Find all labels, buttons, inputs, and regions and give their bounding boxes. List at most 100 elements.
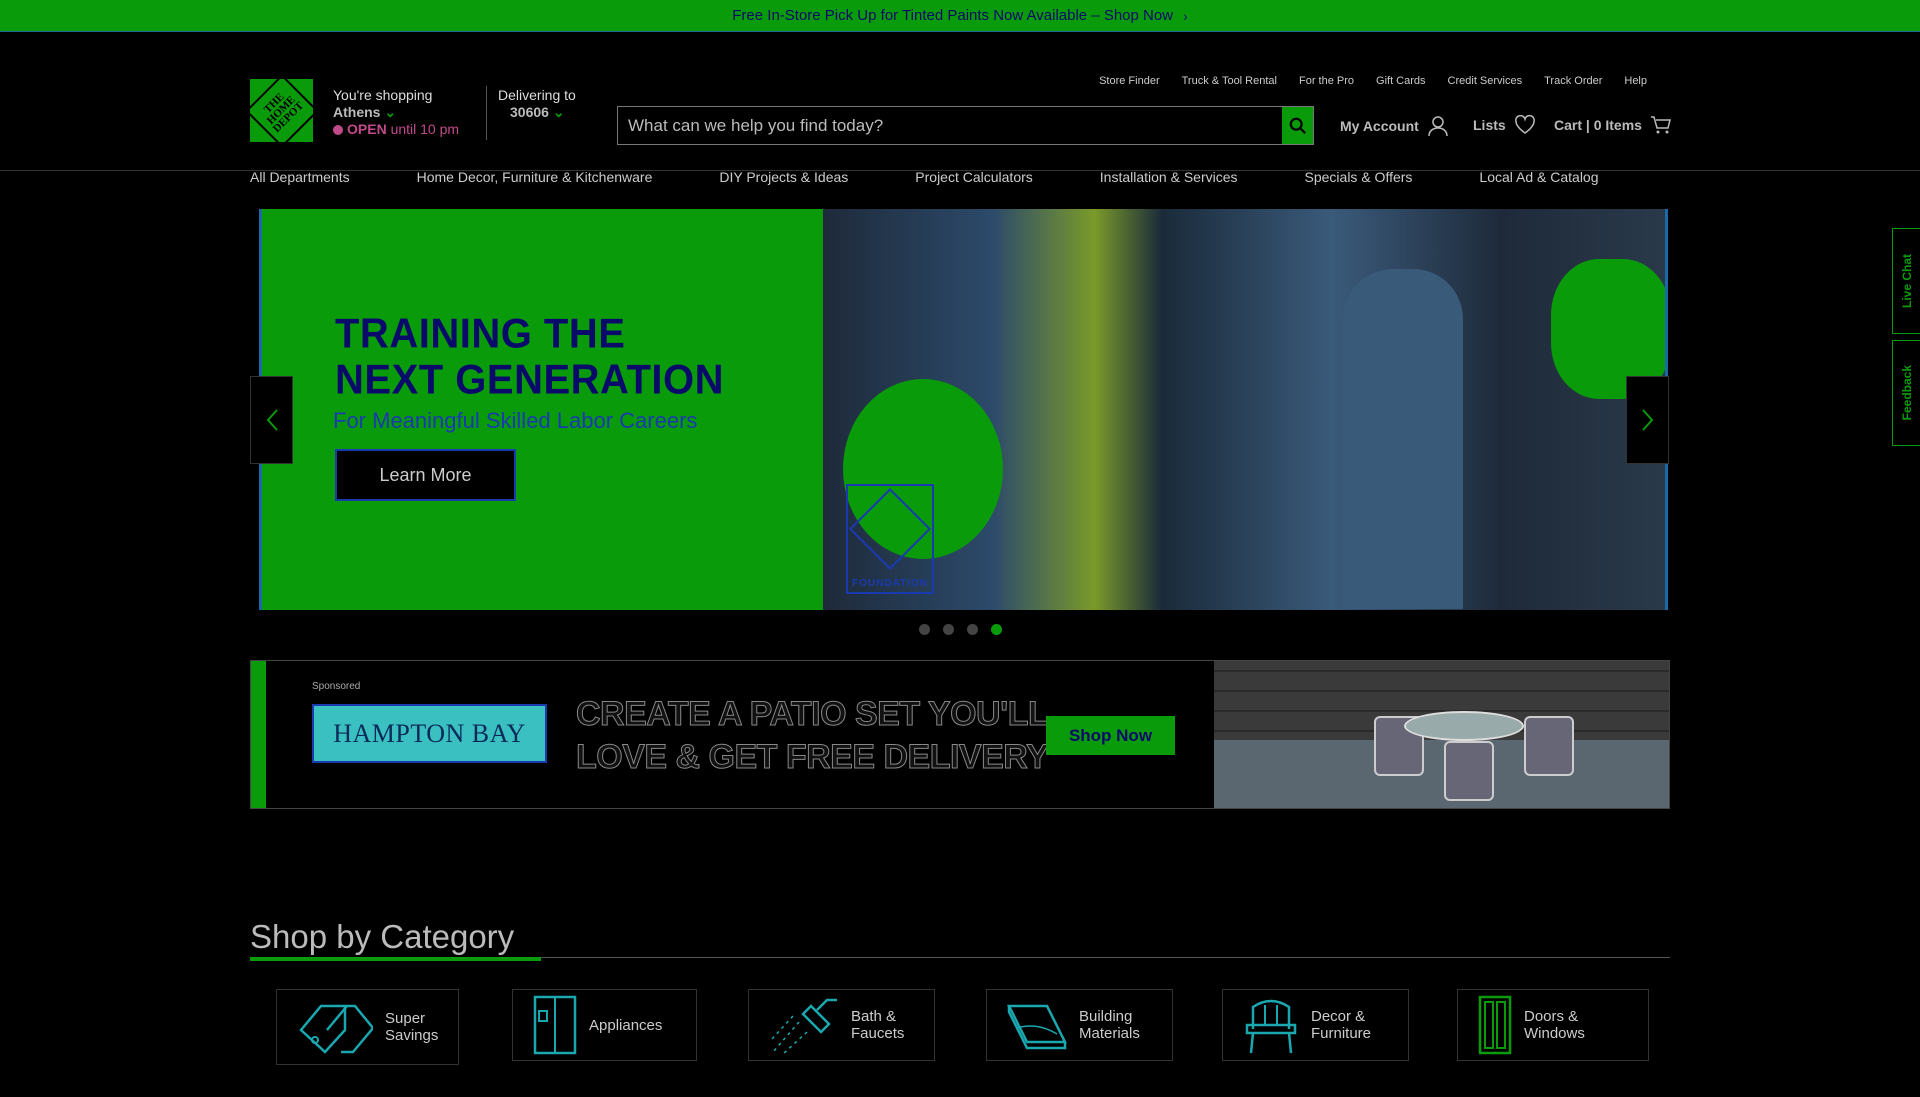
- live-chat-label: Live Chat: [1899, 253, 1914, 308]
- category-label-line2: Windows: [1524, 1025, 1585, 1042]
- search-input[interactable]: [618, 107, 1282, 144]
- section-title: Shop by Category: [250, 918, 515, 955]
- category-bath-faucets[interactable]: Bath & Faucets: [748, 989, 935, 1061]
- cart-icon: [1650, 116, 1671, 134]
- utility-link-store-finder[interactable]: Store Finder: [1099, 75, 1160, 87]
- search-bar: [617, 106, 1314, 145]
- chevron-down-icon: ⌄: [384, 104, 397, 120]
- category-label-line1: Bath &: [851, 1008, 897, 1025]
- nav-all-departments[interactable]: All Departments: [250, 169, 350, 185]
- tag-icon: [299, 1004, 373, 1054]
- carousel-prev-button[interactable]: [250, 376, 293, 464]
- hero-title-line2: NEXT GENERATION: [335, 357, 725, 404]
- carousel-dot-active[interactable]: [991, 624, 1002, 635]
- shower-icon: [770, 998, 837, 1054]
- category-label-line1: Super: [385, 1010, 426, 1027]
- lists-link[interactable]: Lists: [1473, 115, 1536, 135]
- foundation-label: FOUNDATION: [852, 578, 928, 589]
- user-icon: [1428, 116, 1448, 137]
- category-label-line1: Building: [1079, 1008, 1133, 1025]
- nav-specials-offers[interactable]: Specials & Offers: [1305, 169, 1413, 185]
- hero-subtitle: For Meaningful Skilled Labor Careers: [333, 408, 698, 433]
- carousel-next-button[interactable]: [1626, 376, 1669, 464]
- nav-local-ad[interactable]: Local Ad & Catalog: [1479, 169, 1598, 185]
- chevron-right-icon: [1641, 409, 1653, 431]
- patio-set-image: [1214, 661, 1669, 808]
- utility-link-gift-cards[interactable]: Gift Cards: [1376, 75, 1426, 87]
- patio-rug: [1214, 740, 1669, 808]
- refrigerator-icon: [533, 995, 577, 1055]
- category-doors-windows[interactable]: Doors & Windows: [1457, 989, 1649, 1061]
- carousel-dot[interactable]: [919, 624, 930, 635]
- site-header: THE HOME DEPOT You're shopping Athens ⌄ …: [0, 32, 1920, 185]
- chevron-right-icon: ›: [1183, 7, 1188, 24]
- sponsored-banner[interactable]: Sponsored HAMPTON BAY CREATE A PATIO SET…: [250, 660, 1670, 809]
- cart-label: Cart | 0 Items: [1554, 117, 1642, 133]
- my-account-link[interactable]: My Account: [1340, 115, 1449, 137]
- hampton-bay-logo: HAMPTON BAY: [312, 704, 547, 763]
- store-selector[interactable]: You're shopping Athens ⌄ OPEN until 10 p…: [333, 87, 459, 138]
- promo-bar[interactable]: Free In-Store Pick Up for Tinted Paints …: [0, 0, 1920, 32]
- logo-text: THE HOME DEPOT: [244, 73, 319, 148]
- open-status-dot: [333, 125, 343, 135]
- feedback-tab[interactable]: Feedback: [1892, 340, 1920, 446]
- nav-installation-services[interactable]: Installation & Services: [1100, 169, 1238, 185]
- foundation-logo-mark: [848, 487, 932, 571]
- section-title-accent: [250, 957, 541, 961]
- my-account-label: My Account: [1340, 118, 1419, 134]
- nav-project-calculators[interactable]: Project Calculators: [915, 169, 1033, 185]
- category-label-line2: Savings: [385, 1027, 439, 1044]
- nav-home-decor[interactable]: Home Decor, Furniture & Kitchenware: [417, 169, 653, 185]
- nav-diy-projects[interactable]: DIY Projects & Ideas: [719, 169, 848, 185]
- delivery-label: Delivering to: [498, 87, 576, 103]
- delivery-selector[interactable]: Delivering to 30606 ⌄: [498, 87, 576, 121]
- category-decor-furniture[interactable]: Decor & Furniture: [1222, 989, 1409, 1061]
- category-label-line2: Materials: [1079, 1025, 1140, 1042]
- category-appliances[interactable]: Appliances: [512, 989, 697, 1061]
- learn-more-button[interactable]: Learn More: [335, 449, 516, 501]
- foundation-logo: FOUNDATION: [846, 484, 934, 594]
- utility-link-help[interactable]: Help: [1624, 75, 1647, 87]
- home-depot-logo[interactable]: THE HOME DEPOT: [244, 73, 319, 148]
- chevron-down-icon: ⌄: [552, 104, 565, 120]
- sponsored-accent-bar: [251, 661, 266, 808]
- heart-icon: [1514, 115, 1535, 134]
- category-label-line1: Decor &: [1311, 1008, 1366, 1025]
- shop-now-button[interactable]: Shop Now: [1046, 716, 1175, 755]
- category-super-savings[interactable]: Super Savings: [276, 989, 459, 1065]
- category-label-line1: Doors &: [1524, 1008, 1579, 1025]
- cart-link[interactable]: Cart | 0 Items: [1554, 115, 1672, 135]
- lumber-icon: [1007, 1004, 1067, 1050]
- sponsored-headline-line1: CREATE A PATIO SET YOU'LL: [575, 695, 1049, 734]
- promo-text[interactable]: Free In-Store Pick Up for Tinted Paints …: [732, 7, 1173, 24]
- search-button[interactable]: [1282, 107, 1313, 144]
- hero-image: FOUNDATION: [823, 209, 1665, 610]
- category-building-materials[interactable]: Building Materials: [986, 989, 1173, 1061]
- header-divider: [486, 86, 487, 140]
- category-label-line2: Faucets: [851, 1025, 905, 1042]
- store-status: OPEN: [347, 121, 387, 137]
- carousel-dots: [919, 624, 1002, 635]
- lists-label: Lists: [1473, 117, 1506, 133]
- patio-chair: [1444, 741, 1494, 801]
- hero-title-line1: TRAINING THE: [335, 310, 626, 357]
- hero-carousel-slide[interactable]: TRAINING THE NEXT GENERATION For Meaning…: [259, 209, 1668, 610]
- delivery-zip: 30606: [510, 104, 549, 120]
- sponsored-headline: CREATE A PATIO SET YOU'LL LOVE & GET FRE…: [575, 693, 1049, 779]
- store-city: Athens: [333, 104, 381, 120]
- feedback-label: Feedback: [1899, 365, 1914, 421]
- live-chat-tab[interactable]: Live Chat: [1892, 228, 1920, 334]
- hero-image-person: [1343, 269, 1463, 609]
- carousel-dot[interactable]: [967, 624, 978, 635]
- carousel-dot[interactable]: [943, 624, 954, 635]
- utility-link-credit-services[interactable]: Credit Services: [1448, 75, 1523, 87]
- utility-link-truck-rental[interactable]: Truck & Tool Rental: [1182, 75, 1277, 87]
- door-icon: [1478, 995, 1512, 1055]
- nav-divider: [0, 170, 1920, 171]
- utility-link-track-order[interactable]: Track Order: [1544, 75, 1602, 87]
- utility-link-for-the-pro[interactable]: For the Pro: [1299, 75, 1354, 87]
- category-label-line2: Furniture: [1311, 1025, 1372, 1042]
- chair-icon: [1245, 999, 1297, 1054]
- utility-links: Store Finder Truck & Tool Rental For the…: [1099, 75, 1647, 87]
- store-label: You're shopping: [333, 87, 433, 103]
